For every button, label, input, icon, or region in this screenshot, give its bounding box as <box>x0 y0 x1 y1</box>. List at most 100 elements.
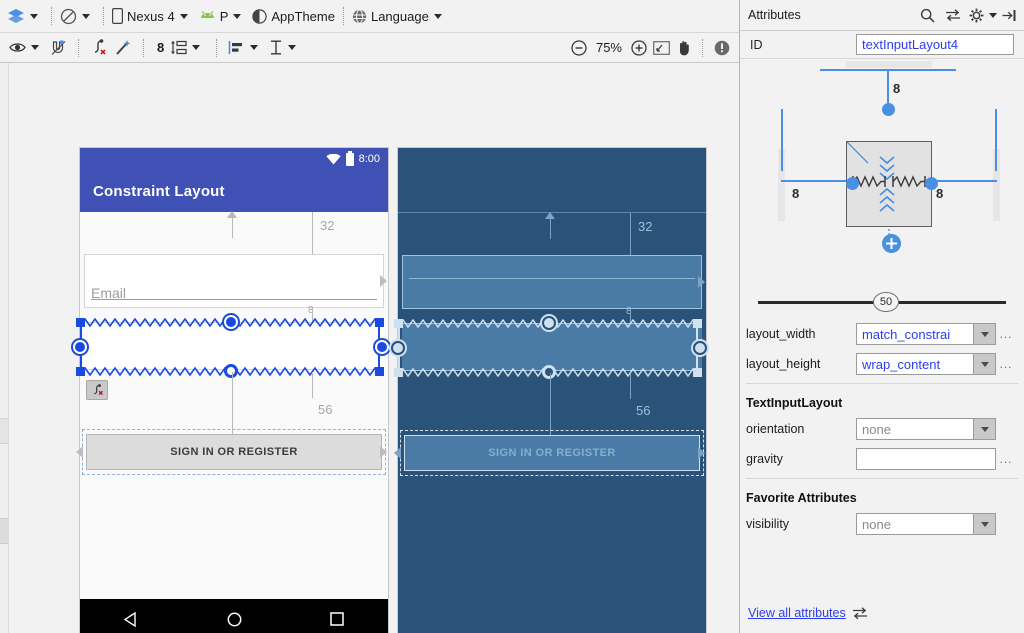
api-selector[interactable]: P <box>196 4 250 28</box>
email-input-widget[interactable]: Email <box>84 254 384 308</box>
attribute-field[interactable]: none <box>856 418 996 440</box>
attribute-value[interactable]: wrap_content <box>856 353 973 375</box>
chevron-down-icon <box>82 13 90 19</box>
attribute-value[interactable]: none <box>856 418 973 440</box>
pack-icon <box>171 40 187 54</box>
collapse-panel-icon[interactable] <box>1002 9 1016 22</box>
attribute-field[interactable]: wrap_content <box>856 353 996 375</box>
cw-width-match-spring-right[interactable] <box>892 175 926 188</box>
nav-home-icon[interactable] <box>226 611 243 628</box>
bp-email-input-widget[interactable] <box>402 255 702 309</box>
add-constraint-icon[interactable] <box>882 234 901 253</box>
bp-anchor-top-right[interactable] <box>693 319 702 328</box>
attribute-value[interactable]: none <box>856 513 973 535</box>
clear-constraints-button[interactable] <box>87 36 111 60</box>
zoom-in-button[interactable] <box>628 36 650 60</box>
bp-anchor-bottom-right[interactable] <box>693 368 702 377</box>
bp-anchor-top-center[interactable] <box>542 316 556 330</box>
cw-anchor-top[interactable] <box>882 103 895 116</box>
view-all-attributes-link[interactable]: View all attributes <box>748 606 846 620</box>
anchor-left-center[interactable] <box>73 340 87 354</box>
autoconnect-toggle-button[interactable] <box>47 36 70 60</box>
attributes-panel-footer: View all attributes <box>740 593 1024 633</box>
design-surface-preview[interactable]: 8:00 Constraint Layout 32 Email 8 56 SIG… <box>73 148 389 633</box>
bias-slider[interactable]: 50 <box>740 289 1024 315</box>
bp-anchor-bottom-center[interactable] <box>542 365 556 379</box>
orientation-button[interactable] <box>57 4 98 28</box>
zoom-fit-button[interactable] <box>650 36 673 60</box>
email-underline <box>91 299 377 300</box>
bp-margin-guide-bottom-vline <box>630 373 631 399</box>
chevron-down-icon <box>192 45 201 50</box>
attribute-value[interactable]: match_constrai <box>856 323 973 345</box>
gravity-input[interactable] <box>856 448 996 470</box>
more-options-button[interactable]: ... <box>996 357 1016 371</box>
gear-icon[interactable] <box>969 8 984 23</box>
delete-constraint-button[interactable] <box>86 380 108 400</box>
dropdown-button[interactable] <box>973 353 996 375</box>
more-options-button[interactable]: ... <box>996 452 1016 466</box>
layout-content-area[interactable]: 32 Email 8 56 SIGN IN OR REGISTER <box>73 211 389 633</box>
tool-tab-palette[interactable] <box>0 418 8 444</box>
cw-height-wrap-chevrons-bottom[interactable] <box>876 187 898 213</box>
anchor-bottom-center[interactable] <box>224 364 238 378</box>
chevron-down-icon <box>980 331 989 337</box>
app-title: Constraint Layout <box>93 182 225 200</box>
bp-anchor-left-center[interactable] <box>391 341 405 355</box>
cw-anchor-right[interactable] <box>925 177 938 190</box>
chevron-down-icon <box>250 45 259 50</box>
guideline-button[interactable] <box>266 36 304 60</box>
anchor-bottom-left[interactable] <box>76 367 85 376</box>
issues-button[interactable] <box>711 36 733 60</box>
zoom-out-button[interactable] <box>568 36 590 60</box>
blueprint-content-area[interactable]: 32 8 56 SIGN IN OR REGISTER <box>391 212 707 633</box>
toolbar-divider <box>702 38 703 57</box>
anchor-top-left[interactable] <box>76 318 85 327</box>
nav-recents-icon[interactable] <box>329 611 345 627</box>
bp-anchor-right-center[interactable] <box>693 341 707 355</box>
selected-textinputlayout-widget[interactable] <box>73 315 389 378</box>
bp-selected-widget[interactable] <box>391 316 707 379</box>
theme-selector[interactable]: AppTheme <box>249 4 338 28</box>
tool-tab-component-tree[interactable] <box>0 518 8 544</box>
pack-button[interactable] <box>167 36 208 60</box>
design-canvas[interactable]: 8:00 Constraint Layout 32 Email 8 56 SIG… <box>0 63 739 633</box>
id-input[interactable]: textInputLayout4 <box>856 34 1014 55</box>
cw-anchor-left[interactable] <box>846 177 859 190</box>
infer-constraints-button[interactable] <box>111 36 135 60</box>
anchor-bottom-right[interactable] <box>375 367 384 376</box>
visibility-button[interactable] <box>6 36 47 60</box>
chevron-down-icon[interactable] <box>989 12 997 18</box>
default-margin-button[interactable]: 8 <box>152 36 167 60</box>
search-icon[interactable] <box>920 8 935 23</box>
bp-anchor-bottom-left[interactable] <box>394 368 403 377</box>
attributes-panel: Attributes ID textInputLayout4 8 8 8 50 … <box>740 0 1024 633</box>
bias-slider-knob[interactable]: 50 <box>873 292 899 312</box>
design-mode-button[interactable] <box>4 4 46 28</box>
nav-back-icon[interactable] <box>123 611 140 628</box>
anchor-top-center[interactable] <box>224 315 238 329</box>
blueprint-app-bar <box>398 170 706 212</box>
locale-selector[interactable]: Language <box>349 4 450 28</box>
device-selector[interactable]: Nexus 4 <box>109 4 196 28</box>
pan-button[interactable] <box>673 36 694 60</box>
bp-anchor-top-left[interactable] <box>394 319 403 328</box>
locale-label: Language <box>370 8 429 24</box>
attribute-field[interactable] <box>856 448 996 470</box>
attribute-field[interactable]: match_constrai <box>856 323 996 345</box>
dropdown-button[interactable] <box>973 418 996 440</box>
attributes-panel-title: Attributes <box>748 8 801 22</box>
blueprint-surface-preview[interactable]: 32 8 56 SIGN IN OR REGISTER <box>391 148 707 633</box>
anchor-top-right[interactable] <box>375 318 384 327</box>
constraint-widget[interactable]: 8 8 8 <box>740 59 1024 289</box>
attribute-field[interactable]: none <box>856 513 996 535</box>
more-options-button[interactable]: ... <box>996 327 1016 341</box>
align-button[interactable] <box>225 36 266 60</box>
swap-arrows-icon[interactable] <box>852 607 868 619</box>
anchor-right-center[interactable] <box>375 340 389 354</box>
bp-sign-in-button[interactable]: SIGN IN OR REGISTER <box>404 435 700 471</box>
swap-arrows-icon[interactable] <box>945 9 961 21</box>
sign-in-button[interactable]: SIGN IN OR REGISTER <box>86 434 382 470</box>
dropdown-button[interactable] <box>973 513 996 535</box>
dropdown-button[interactable] <box>973 323 996 345</box>
